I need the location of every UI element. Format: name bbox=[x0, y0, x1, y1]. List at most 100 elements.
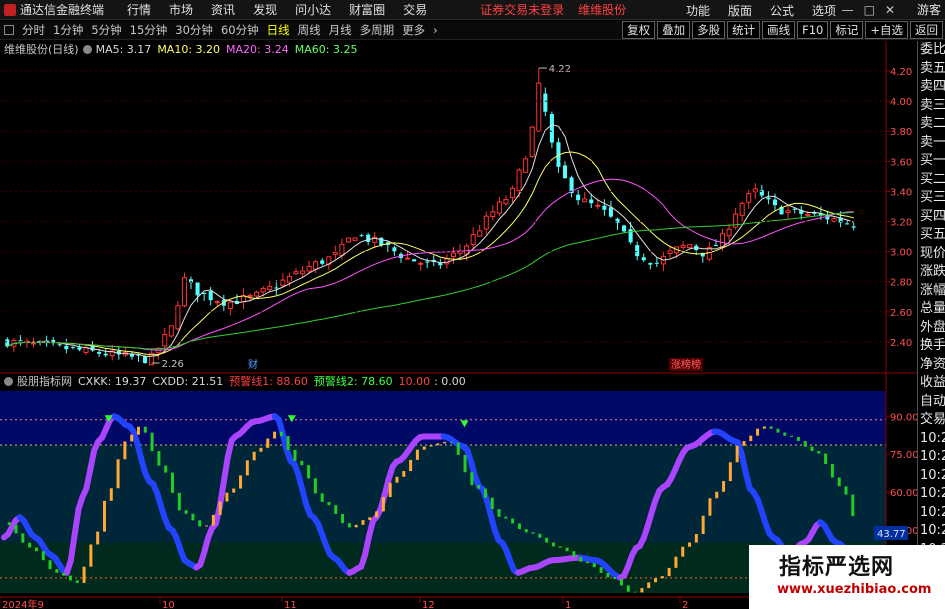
period-timeshare[interactable]: 分时 bbox=[22, 22, 45, 38]
settings-dot-icon[interactable] bbox=[4, 376, 13, 386]
side-panel-row[interactable]: 卖三 bbox=[918, 97, 945, 116]
mark-button[interactable]: 标记 bbox=[830, 21, 864, 39]
candle-up bbox=[496, 201, 502, 214]
menu-ask[interactable]: 问小达 bbox=[295, 1, 331, 18]
candle-down bbox=[654, 262, 659, 264]
candle-down bbox=[97, 351, 102, 354]
side-panel-row[interactable]: 10:24 bbox=[918, 522, 945, 541]
menu-news[interactable]: 资讯 bbox=[211, 1, 235, 18]
back-button[interactable]: 返回 bbox=[910, 21, 943, 39]
period-daily[interactable]: 日线 bbox=[267, 22, 290, 38]
candle-down bbox=[615, 218, 620, 223]
chevron-right-icon[interactable]: › bbox=[433, 23, 438, 37]
candle-up bbox=[267, 285, 273, 291]
period-multi[interactable]: 多周期 bbox=[360, 22, 395, 38]
candle-down bbox=[103, 353, 108, 356]
side-panel-row[interactable]: 委比 bbox=[918, 41, 945, 60]
candle-up bbox=[726, 228, 732, 237]
candle-down bbox=[425, 261, 430, 263]
pin-icon[interactable] bbox=[4, 25, 14, 35]
menu-trade[interactable]: 交易 bbox=[403, 1, 427, 18]
candle-up bbox=[805, 213, 811, 216]
candle-down bbox=[70, 346, 75, 348]
menu-wealth[interactable]: 财富圈 bbox=[349, 1, 385, 18]
period-1min[interactable]: 1分钟 bbox=[53, 22, 83, 38]
price-tick-label: 3.60 bbox=[890, 157, 912, 168]
period-weekly[interactable]: 周线 bbox=[298, 22, 321, 38]
price-tick-label: 3.80 bbox=[890, 127, 912, 138]
candle-up bbox=[450, 252, 456, 258]
menu-market[interactable]: 市场 bbox=[169, 1, 193, 18]
maximize-icon[interactable]: □ bbox=[864, 3, 875, 17]
side-panel-row[interactable]: 卖五 bbox=[918, 60, 945, 79]
side-panel-row[interactable]: 买二 bbox=[918, 171, 945, 190]
candle-down bbox=[359, 235, 364, 237]
f10-button[interactable]: F10 bbox=[797, 21, 829, 39]
side-panel-row[interactable]: 外盘 bbox=[918, 319, 945, 338]
adjust-button[interactable]: 复权 bbox=[622, 21, 656, 39]
side-panel-row[interactable]: 自动 bbox=[918, 393, 945, 412]
side-panel-row[interactable]: 买三 bbox=[918, 189, 945, 208]
app-name: 通达信金融终端 bbox=[20, 3, 105, 17]
cxkk-segment bbox=[67, 531, 78, 564]
menu-discover[interactable]: 发现 bbox=[253, 1, 277, 18]
login-warning[interactable]: 证券交易未登录 bbox=[480, 1, 564, 18]
candle-down bbox=[641, 257, 646, 261]
period-monthly[interactable]: 月线 bbox=[329, 22, 352, 38]
app-logo-icon bbox=[4, 3, 16, 16]
side-panel-row[interactable]: 收益 bbox=[918, 374, 945, 393]
menu-layout[interactable]: 版面 bbox=[728, 2, 752, 19]
price-tick-label: 2.80 bbox=[890, 278, 912, 289]
watermark-url: www.xuezhibiao.com bbox=[777, 582, 932, 597]
menu-options[interactable]: 选项 bbox=[812, 2, 836, 19]
candle-up bbox=[483, 215, 489, 230]
ma60-label: MA60: 3.25 bbox=[294, 42, 358, 56]
side-panel-row[interactable]: 买一 bbox=[918, 152, 945, 171]
settings-dot-icon[interactable] bbox=[82, 44, 92, 54]
period-15min[interactable]: 15分钟 bbox=[130, 22, 168, 38]
side-panel-row[interactable]: 卖四 bbox=[918, 78, 945, 97]
side-panel-row[interactable]: 10:24 bbox=[918, 485, 945, 504]
close-icon[interactable]: ✕ bbox=[885, 3, 895, 17]
high-label: 4.22 bbox=[549, 64, 571, 75]
candle-up bbox=[175, 305, 181, 330]
period-5min[interactable]: 5分钟 bbox=[91, 22, 121, 38]
menu-formula[interactable]: 公式 bbox=[770, 2, 794, 19]
side-panel-row[interactable]: 换手 bbox=[918, 337, 945, 356]
candle-up bbox=[503, 199, 509, 205]
period-60min[interactable]: 60分钟 bbox=[221, 22, 259, 38]
side-panel-row[interactable]: 买四 bbox=[918, 208, 945, 227]
side-panel-row[interactable]: 净资 bbox=[918, 356, 945, 375]
draw-button[interactable]: 画线 bbox=[762, 21, 796, 39]
side-panel-row[interactable]: 现价 bbox=[918, 245, 945, 264]
add-watchlist-button[interactable]: +自选 bbox=[865, 21, 908, 39]
date-tick-label: 2024年9 bbox=[2, 598, 44, 609]
multi-stock-button[interactable]: 多股 bbox=[692, 21, 726, 39]
menu-function[interactable]: 功能 bbox=[686, 2, 710, 19]
statistics-button[interactable]: 统计 bbox=[727, 21, 761, 39]
side-panel-row[interactable]: 涨跌 bbox=[918, 263, 945, 282]
minimize-icon[interactable]: — bbox=[842, 3, 854, 17]
period-30min[interactable]: 30分钟 bbox=[175, 22, 213, 38]
side-panel-row[interactable]: 10:23 bbox=[918, 430, 945, 449]
side-panel-row[interactable]: 10:24 bbox=[918, 467, 945, 486]
overlay-button[interactable]: 叠加 bbox=[657, 21, 691, 39]
cxkk-segment bbox=[71, 505, 82, 538]
menu-quotes[interactable]: 行情 bbox=[127, 1, 151, 18]
date-tick-label: 11 bbox=[284, 600, 297, 609]
guest-label[interactable]: 游客 bbox=[917, 0, 941, 20]
event-marker-finance: 财 bbox=[248, 358, 258, 371]
chart-area[interactable]: 4.22 2.26 财 涨榜榜 4.20 4.00 3.80 3.60 3.40 3.20 3.0… bbox=[0, 41, 917, 609]
period-more[interactable]: 更多 bbox=[402, 22, 425, 38]
candle-up bbox=[516, 169, 522, 192]
side-panel-row[interactable]: 10:24 bbox=[918, 504, 945, 523]
side-panel-row[interactable]: 卖一 bbox=[918, 134, 945, 153]
side-panel-row[interactable]: 交易 bbox=[918, 411, 945, 430]
side-panel-row[interactable]: 涨幅 bbox=[918, 282, 945, 301]
side-panel-row[interactable]: 买五 bbox=[918, 226, 945, 245]
side-panel-row[interactable]: 10:23 bbox=[918, 448, 945, 467]
warning-line-2-label: 预警线2: 78.60 bbox=[313, 375, 393, 388]
side-panel-row[interactable]: 卖二 bbox=[918, 115, 945, 134]
side-panel-row[interactable]: 总量 bbox=[918, 300, 945, 319]
candle-up bbox=[345, 237, 352, 243]
